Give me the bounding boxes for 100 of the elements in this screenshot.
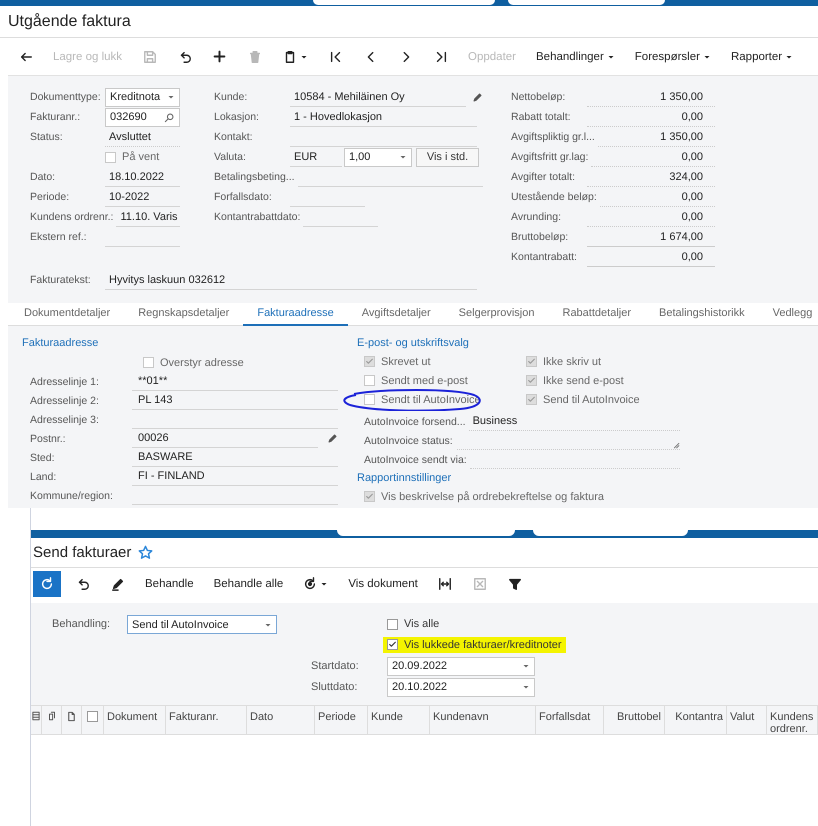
field-label: Land: bbox=[29, 470, 58, 482]
lookup-field[interactable]: 032690 bbox=[105, 108, 180, 126]
trash-icon bbox=[248, 50, 262, 64]
column-header[interactable]: Periode bbox=[315, 706, 368, 734]
refresh-button[interactable] bbox=[33, 571, 61, 597]
pencil-icon bbox=[327, 433, 338, 444]
column-header[interactable]: Bruttobel bbox=[604, 706, 665, 734]
toolbar-button[interactable]: Vis dokument bbox=[338, 571, 428, 597]
pencil-icon bbox=[472, 92, 483, 102]
field-label: Startdato: bbox=[311, 659, 360, 674]
field-label: Sted: bbox=[29, 452, 56, 464]
field-label: Utestående beløp: bbox=[511, 191, 598, 203]
column-header[interactable]: Fakturanr. bbox=[166, 706, 247, 734]
input-field[interactable]: EUR bbox=[290, 148, 342, 166]
tick-icon bbox=[365, 357, 374, 366]
toolbar-button[interactable]: Behandle alle bbox=[204, 571, 294, 597]
tick-icon bbox=[365, 492, 374, 501]
field-label: Forfallsdato: bbox=[214, 191, 273, 203]
caret-icon bbox=[320, 580, 328, 588]
section-heading: Rapportinnstillinger bbox=[357, 471, 452, 486]
column-header[interactable]: Kundens ordrenr. bbox=[767, 706, 818, 734]
tab[interactable]: Vedlegg bbox=[758, 303, 818, 324]
tick-icon bbox=[527, 395, 536, 404]
checkbox-label: Vis alle bbox=[404, 618, 440, 630]
input-field[interactable]: 1 - Hovedlokasjon bbox=[290, 108, 477, 126]
field-label: Fakturanr.: bbox=[30, 111, 82, 123]
pencil-icon bbox=[110, 577, 124, 591]
input-field[interactable]: 10-2022 bbox=[105, 188, 180, 206]
amount-field: 0,00 bbox=[587, 248, 715, 266]
input-field[interactable]: PL 143 bbox=[132, 391, 338, 410]
menu-button[interactable]: Forespørsler bbox=[624, 44, 721, 70]
input-field[interactable]: Business bbox=[468, 412, 680, 431]
column-header[interactable]: Kunde bbox=[368, 706, 430, 734]
input-field[interactable]: 00026 bbox=[132, 429, 318, 448]
field-value: Avsluttet bbox=[105, 128, 180, 146]
tick-icon bbox=[388, 640, 397, 649]
caret-icon bbox=[522, 662, 530, 670]
input-field[interactable]: FI - FINLAND bbox=[132, 467, 338, 486]
dropdown[interactable]: Kreditnota bbox=[105, 88, 180, 106]
tab[interactable]: Dokumentdetaljer bbox=[10, 303, 124, 324]
field-label: Kontakt: bbox=[214, 131, 254, 143]
field-label: Ekstern ref.: bbox=[30, 231, 88, 243]
field-label: Sluttdato: bbox=[311, 680, 358, 695]
column-header[interactable]: Forfallsdat bbox=[536, 706, 604, 734]
crossed-box-icon bbox=[473, 577, 488, 591]
input-field[interactable]: 18.10.2022 bbox=[105, 168, 180, 186]
window-title: Utgående faktura bbox=[0, 6, 818, 38]
column-header[interactable]: Dokument bbox=[104, 706, 166, 734]
caret-icon bbox=[167, 93, 175, 101]
column-header[interactable]: Valut bbox=[727, 706, 767, 734]
checkbox[interactable] bbox=[105, 152, 116, 162]
field-label: Avgifter totalt: bbox=[511, 171, 576, 183]
field-label: Valuta: bbox=[214, 151, 247, 163]
dropdown[interactable]: Send til AutoInvoice bbox=[127, 615, 277, 634]
checkbox[interactable] bbox=[143, 357, 154, 368]
tab[interactable]: Rabattdetaljer bbox=[548, 303, 645, 324]
checkbox-label: Vis beskrivelse på ordrebekreftelse og faktura bbox=[381, 490, 604, 502]
tab[interactable]: Regnskapsdetaljer bbox=[124, 303, 244, 324]
save-icon bbox=[142, 50, 157, 64]
plus-icon bbox=[213, 50, 226, 63]
toolbar-button[interactable]: Behandle bbox=[135, 571, 204, 597]
input-field[interactable]: 10584 - Mehiläinen Oy bbox=[290, 88, 466, 106]
field-label: Adresselinje 2: bbox=[29, 394, 100, 406]
window-title: Send fakturaer bbox=[33, 544, 132, 561]
tick-icon bbox=[527, 357, 536, 366]
date-dropdown[interactable]: 20.10.2022 bbox=[387, 678, 535, 696]
field-label: Kontantrabatt: bbox=[511, 251, 578, 263]
view-base-button[interactable]: Vis i std. bbox=[416, 148, 479, 166]
fit-width-icon bbox=[438, 577, 452, 591]
section-heading: E-post- og utskriftsvalg bbox=[357, 336, 470, 351]
dropdown[interactable]: 1,00 bbox=[344, 148, 412, 166]
field-label: Nettobeløp: bbox=[511, 91, 566, 103]
tab[interactable]: Selgerprovisjon bbox=[444, 303, 548, 324]
date-dropdown[interactable]: 20.09.2022 bbox=[387, 656, 535, 676]
tab[interactable]: Betalingshistorikk bbox=[645, 303, 759, 324]
column-header[interactable]: Kontantra bbox=[665, 706, 727, 734]
document-icon bbox=[66, 711, 77, 722]
input-field[interactable]: BASWARE bbox=[132, 448, 338, 467]
input-field[interactable]: Hyvitys laskuun 032612 bbox=[105, 270, 477, 290]
menu-button[interactable]: Behandlinger bbox=[526, 44, 625, 70]
amount-field: 1 350,00 bbox=[598, 128, 715, 146]
tab[interactable]: Avgiftsdetaljer bbox=[348, 303, 445, 324]
files-icon bbox=[46, 711, 56, 721]
column-header[interactable]: Kundenavn bbox=[430, 706, 536, 734]
checkbox[interactable] bbox=[387, 618, 398, 630]
checkbox-label: Send til AutoInvoice bbox=[543, 394, 640, 406]
input-field[interactable]: **01** bbox=[132, 372, 338, 391]
field-label: AutoInvoice status: bbox=[364, 434, 454, 446]
field-label: Avgiftsfritt gr.lag: bbox=[511, 151, 590, 163]
field-label: Dokumenttype: bbox=[30, 91, 102, 103]
checkbox-label: Overstyr adresse bbox=[160, 356, 244, 368]
field-label: Lokasjon: bbox=[214, 111, 260, 123]
input-field[interactable]: 11.10. Varis bbox=[116, 208, 180, 226]
select-all-checkbox[interactable] bbox=[87, 711, 98, 722]
column-header[interactable]: Dato bbox=[247, 706, 315, 734]
section-heading: Fakturaadresse bbox=[22, 336, 100, 351]
field-label: Postnr.: bbox=[29, 432, 67, 444]
checkbox[interactable] bbox=[387, 639, 398, 650]
star-icon[interactable] bbox=[138, 545, 154, 560]
menu-button[interactable]: Rapporter bbox=[720, 44, 804, 70]
